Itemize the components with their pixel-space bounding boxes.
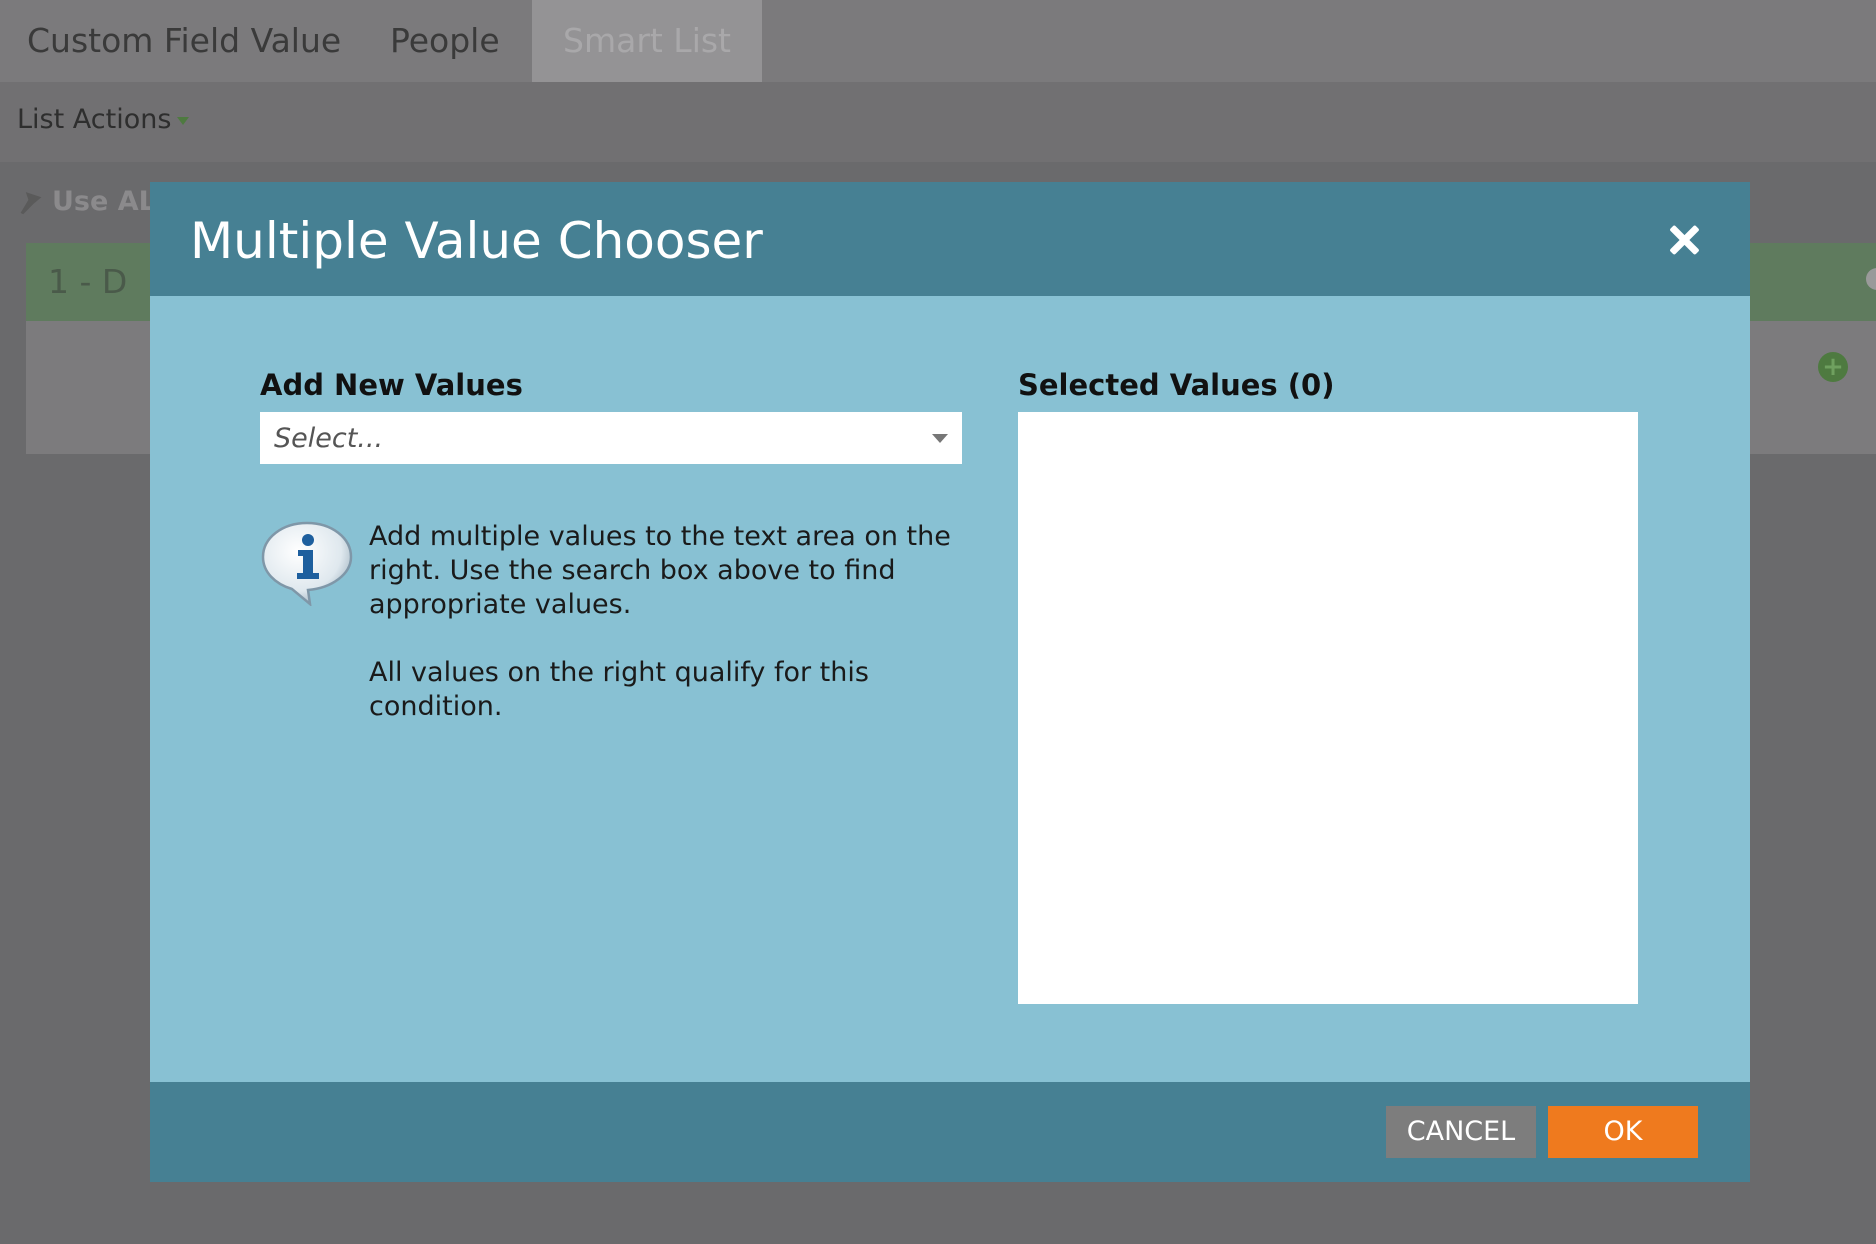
filter-label: 1 - D <box>48 262 128 301</box>
value-select[interactable]: Select... <box>260 412 962 464</box>
multiple-value-chooser-dialog: Multiple Value Chooser Add New Values Se… <box>150 182 1750 1182</box>
list-actions-menu[interactable]: List Actions <box>17 104 190 135</box>
info-text: Add multiple values to the text area on … <box>369 521 951 620</box>
info-icon <box>261 521 353 606</box>
dialog-footer: CANCEL OK <box>150 1082 1750 1182</box>
add-new-values-label: Add New Values <box>260 368 523 402</box>
tab-people[interactable]: People <box>390 0 510 82</box>
dialog-title: Multiple Value Chooser <box>190 212 763 270</box>
tab-custom-field-value[interactable]: Custom Field Value <box>27 0 347 82</box>
close-icon[interactable] <box>1664 220 1704 260</box>
list-actions-label: List Actions <box>17 104 172 135</box>
selected-values-label: Selected Values (0) <box>1018 368 1335 402</box>
ok-button[interactable]: OK <box>1548 1106 1698 1158</box>
pin-icon <box>20 192 42 215</box>
chevron-down-icon <box>177 116 190 125</box>
add-filter-icon[interactable]: + <box>1818 352 1848 382</box>
select-placeholder: Select... <box>274 423 384 454</box>
dialog-header: Multiple Value Chooser <box>150 182 1750 296</box>
qualify-text: All values on the right qualify for this… <box>369 657 869 722</box>
tab-bar: Custom Field Value People Smart List <box>0 0 1876 82</box>
chevron-down-icon <box>932 434 948 443</box>
tab-smart-list[interactable]: Smart List <box>532 0 762 82</box>
toolbar <box>0 82 1876 162</box>
cancel-button[interactable]: CANCEL <box>1386 1106 1536 1158</box>
selected-values-textarea[interactable] <box>1018 412 1638 1004</box>
